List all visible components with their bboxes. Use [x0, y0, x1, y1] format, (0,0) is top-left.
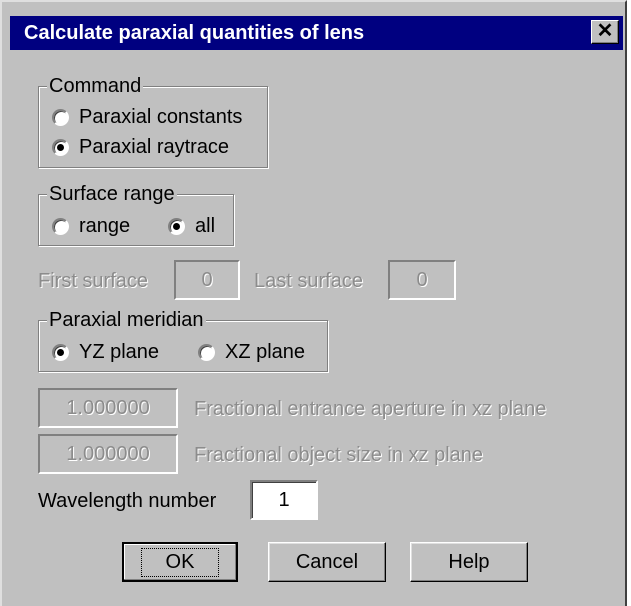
radio-label: all — [195, 214, 216, 237]
paraxial-meridian-legend: Paraxial meridian — [47, 308, 206, 332]
wavelength-label: Wavelength number — [38, 490, 217, 512]
radio-label: XZ plane — [225, 340, 306, 363]
entrance-aperture-label: Fractional entrance aperture in xz plane — [194, 398, 547, 420]
radio-button-selected-icon — [168, 217, 185, 235]
radio-xz-plane[interactable]: XZ plane — [198, 339, 305, 365]
radio-label: Paraxial raytrace — [79, 135, 230, 158]
radio-paraxial-constants[interactable]: Paraxial constants — [52, 104, 242, 130]
help-button[interactable]: Help — [410, 542, 528, 582]
object-size-field[interactable]: 1.000000 — [38, 434, 178, 474]
last-surface-field[interactable]: 0 — [388, 260, 456, 300]
surface-range-legend: Surface range — [47, 182, 177, 206]
object-size-label: Fractional object size in xz plane — [194, 444, 484, 466]
radio-paraxial-raytrace[interactable]: Paraxial raytrace — [52, 134, 229, 160]
dialog-window: Calculate paraxial quantities of lens ✕ … — [0, 0, 627, 606]
radio-label: Paraxial constants — [79, 105, 243, 128]
cancel-button[interactable]: Cancel — [268, 542, 386, 582]
radio-yz-plane[interactable]: YZ plane — [52, 339, 159, 365]
radio-button-icon — [198, 343, 215, 361]
ok-label: OK — [140, 547, 220, 577]
cancel-label: Cancel — [295, 550, 359, 573]
radio-button-selected-icon — [52, 138, 69, 156]
radio-range[interactable]: range — [52, 213, 130, 239]
radio-label: YZ plane — [79, 340, 160, 363]
radio-button-icon — [52, 217, 69, 235]
entrance-aperture-field[interactable]: 1.000000 — [38, 388, 178, 428]
dialog-title: Calculate paraxial quantities of lens — [24, 22, 365, 44]
last-surface-label: Last surface — [254, 270, 363, 292]
first-surface-field[interactable]: 0 — [174, 260, 240, 300]
radio-button-selected-icon — [52, 343, 69, 361]
close-button[interactable]: ✕ — [591, 20, 619, 44]
first-surface-label: First surface — [38, 270, 149, 292]
help-label: Help — [448, 550, 490, 573]
radio-button-icon — [52, 108, 69, 126]
title-bar[interactable]: Calculate paraxial quantities of lens ✕ — [10, 16, 623, 50]
wavelength-field[interactable]: 1 — [250, 480, 318, 520]
radio-label: range — [79, 214, 131, 237]
close-icon: ✕ — [596, 20, 614, 42]
command-legend: Command — [47, 74, 144, 98]
ok-button[interactable]: OK — [122, 542, 238, 582]
radio-all[interactable]: all — [168, 213, 215, 239]
